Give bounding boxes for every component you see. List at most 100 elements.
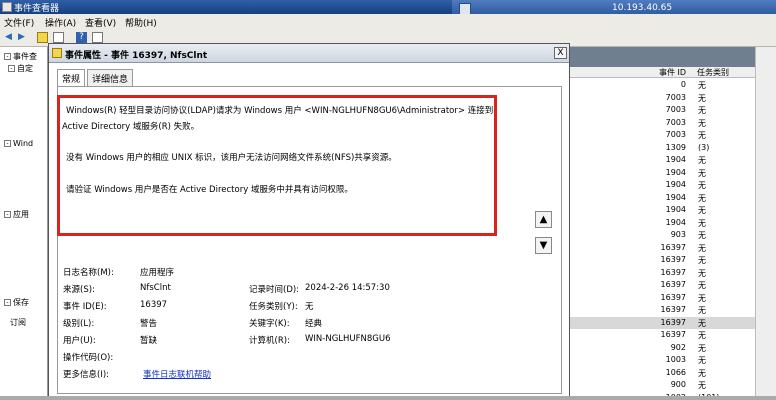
expand-icon[interactable]: - (4, 140, 11, 147)
description-line: Active Directory 域服务(R) 失败。 (62, 122, 200, 132)
tree-item[interactable]: 订阅 (10, 317, 26, 328)
tab-details[interactable]: 详细信息 (87, 69, 134, 86)
event-id-cell: 16397 (660, 242, 686, 252)
level-label: 级别(L): (63, 319, 95, 329)
task-category-cell: 无 (698, 168, 706, 178)
table-row[interactable]: 7003 无 (567, 117, 776, 130)
table-row[interactable]: 1066 无 (567, 367, 776, 380)
properties-icon[interactable] (92, 32, 103, 43)
table-row[interactable]: 16397 无 (567, 316, 776, 329)
tree-item[interactable]: - 保存 (4, 297, 29, 308)
table-row[interactable]: 1904 无 (567, 192, 776, 205)
tree-item[interactable]: - Wind (4, 139, 33, 148)
tree-item[interactable]: - 事件查 (4, 51, 37, 62)
folder-icon[interactable] (37, 32, 48, 43)
event-id-cell: 1904 (665, 155, 686, 164)
tab-general[interactable]: 常规 (57, 69, 86, 87)
event-id-cell: 903 (670, 230, 686, 239)
task-category-cell: 无 (698, 293, 706, 303)
tree-item[interactable]: - 应用 (4, 209, 29, 220)
table-row[interactable]: 903 无 (567, 229, 776, 242)
column-event-id[interactable]: 事件 ID (659, 67, 686, 78)
table-row[interactable]: 1904 无 (567, 204, 776, 217)
table-row[interactable]: 16397 无 (567, 304, 776, 317)
task-category-cell: 无 (698, 81, 706, 90)
table-row[interactable]: 16397 无 (567, 329, 776, 342)
table-row[interactable]: 1003 无 (567, 354, 776, 367)
table-row[interactable]: 0无 (567, 79, 776, 92)
event-id-cell: 7003 (665, 117, 686, 127)
level-value: 警告 (140, 319, 158, 329)
forward-icon[interactable]: ▶ (16, 32, 27, 43)
source-value: NfsClnt (140, 283, 171, 293)
column-task-category[interactable]: 任务类别 (697, 67, 729, 78)
window-title: 事件查看器 (14, 4, 60, 14)
table-row[interactable]: 1904 无 (567, 179, 776, 192)
table-row[interactable]: 7003 无 (567, 104, 776, 117)
expand-icon[interactable]: - (4, 53, 11, 60)
table-row[interactable]: 900 无 (567, 379, 776, 392)
table-row[interactable]: 1309 (3) (567, 142, 776, 155)
menu-action[interactable]: 操作(A) (45, 16, 76, 29)
event-id-cell: 16397 (660, 330, 686, 339)
list-scrollbar[interactable] (755, 47, 776, 400)
more-info-label: 更多信息(I): (63, 370, 110, 380)
table-row[interactable]: 1904 无 (567, 167, 776, 180)
help-icon[interactable]: ? (76, 32, 87, 43)
task-category-cell: 无 (698, 268, 706, 278)
warning-icon (52, 48, 62, 58)
task-category-value: 无 (305, 302, 314, 312)
task-category-cell: 无 (698, 206, 706, 215)
event-id-value: 16397 (140, 300, 168, 310)
event-id-cell: 1309 (665, 142, 686, 152)
task-category-cell: 无 (698, 218, 706, 228)
scroll-up-button[interactable]: ▲ (535, 211, 552, 228)
user-value: 暂缺 (140, 336, 158, 346)
expand-icon[interactable]: - (4, 299, 11, 306)
event-id-cell: 900 (670, 380, 686, 389)
tree-item[interactable]: - 自定 (8, 63, 33, 74)
desktop-strip (0, 396, 776, 400)
table-row[interactable]: 7003 无 (567, 129, 776, 142)
description-line: Windows(R) 轻型目录访问协议(LDAP)请求为 Windows 用户 … (66, 106, 494, 116)
task-category-cell: 无 (698, 256, 706, 265)
table-row[interactable]: 16397 无 (567, 279, 776, 292)
event-log-help-link[interactable]: 事件日志联机帮助 (143, 368, 211, 380)
task-category-cell: 无 (698, 156, 706, 165)
back-icon[interactable]: ◀ (3, 32, 14, 43)
opcode-label: 操作代码(O): (63, 353, 114, 363)
table-row[interactable]: 1904 无 (567, 217, 776, 230)
keywords-value: 经典 (305, 319, 323, 329)
table-row[interactable]: 1904 无 (567, 154, 776, 167)
logged-value: 2024-2-26 14:57:30 (305, 283, 390, 293)
task-category-cell: 无 (698, 131, 706, 140)
table-row[interactable]: 902 无 (567, 342, 776, 355)
event-id-label: 事件 ID(E): (63, 302, 107, 312)
task-category-cell: 无 (698, 331, 706, 340)
table-row[interactable]: 16397 无 (567, 254, 776, 267)
description-line: 请验证 Windows 用户是否在 Active Directory 域服务中并… (66, 185, 353, 195)
scroll-down-button[interactable]: ▼ (535, 237, 552, 254)
event-list: 事件 ID 任务类别 0 无 7003 无 7003 无 7003 无 7003 无 1309 (3)… (567, 47, 776, 400)
event-properties-dialog: 事件属性 - 事件 16397, NfsClnt X 常规 详细信息 Windo… (48, 43, 570, 400)
source-label: 来源(S): (63, 285, 95, 295)
table-row[interactable]: 16397 无 (567, 292, 776, 305)
event-description[interactable]: Windows(R) 轻型目录访问协议(LDAP)请求为 Windows 用户 … (57, 95, 497, 236)
task-category-cell: 无 (698, 356, 706, 365)
logged-label: 记录时间(D): (249, 285, 300, 295)
close-button[interactable]: X (554, 47, 567, 59)
task-category-cell: 无 (698, 193, 706, 203)
event-id-cell: 1904 (665, 180, 686, 189)
expand-icon[interactable]: - (4, 211, 11, 218)
event-id-cell: 902 (670, 342, 686, 352)
table-row[interactable]: 7003 无 (567, 92, 776, 105)
table-row[interactable]: 16397 无 (567, 242, 776, 255)
expand-icon[interactable]: - (8, 65, 15, 72)
list-header-strip (567, 47, 776, 67)
menu-view[interactable]: 查看(V) (85, 16, 116, 29)
table-row[interactable]: 16397 无 (567, 267, 776, 280)
console-tree-icon[interactable] (53, 32, 64, 43)
menu-file[interactable]: 文件(F) (4, 16, 34, 29)
menu-help[interactable]: 帮助(H) (125, 16, 157, 29)
task-category-cell: 无 (698, 118, 706, 128)
